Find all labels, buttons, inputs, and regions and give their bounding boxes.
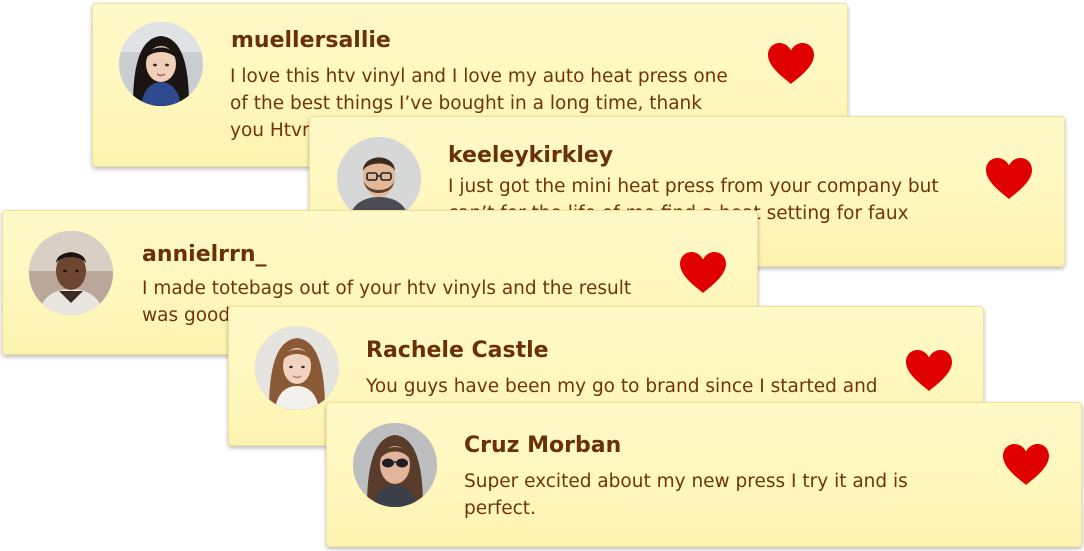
man-sweater-avatar — [29, 231, 113, 315]
avatar — [337, 137, 421, 221]
woman-sunglasses-avatar — [353, 423, 437, 507]
username: annielrrn_ — [142, 242, 267, 267]
woman-long-black-hair-avatar — [119, 22, 203, 106]
testimonial-card-cruz-morban: Cruz Morban Super excited about my new p… — [326, 402, 1082, 547]
heart-icon[interactable] — [904, 349, 954, 393]
testimonial-text: Super excited about my new press I try i… — [464, 471, 908, 519]
avatar — [353, 423, 437, 507]
username: keeleykirkley — [448, 143, 614, 168]
username: Rachele Castle — [366, 338, 549, 363]
heart-icon[interactable] — [678, 251, 728, 295]
man-glasses-beard-avatar — [337, 137, 421, 221]
heart-icon[interactable] — [984, 157, 1034, 201]
heart-icon[interactable] — [766, 42, 816, 86]
heart-icon[interactable] — [1001, 443, 1051, 487]
avatar — [29, 231, 113, 315]
woman-light-brown-hair-avatar — [255, 326, 339, 410]
username: Cruz Morban — [464, 433, 622, 458]
testimonial-text: You guys have been my go to brand since … — [366, 376, 878, 397]
avatar — [255, 326, 339, 410]
username: muellersallie — [231, 28, 391, 53]
avatar — [119, 22, 203, 106]
